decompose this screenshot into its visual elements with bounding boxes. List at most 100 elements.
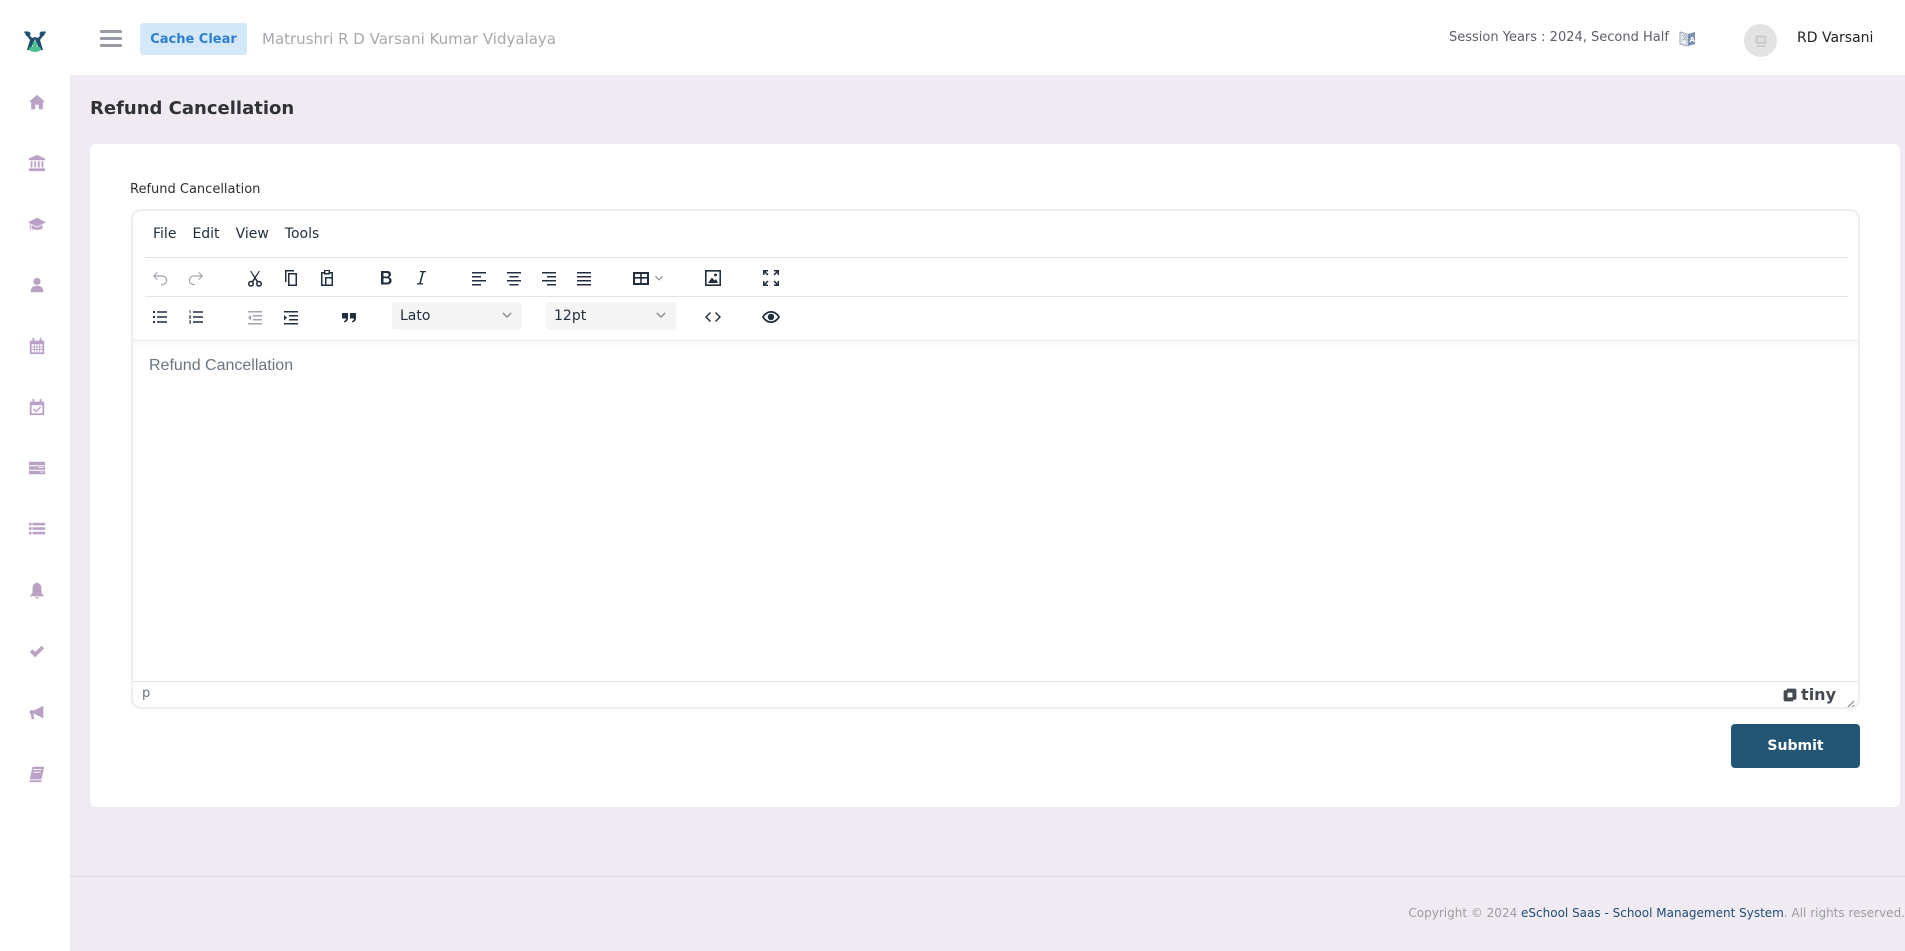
copy-icon (285, 270, 297, 286)
sidebar-item-list[interactable] (26, 519, 48, 539)
align-left-button[interactable] (466, 265, 492, 291)
svg-text:A: A (1690, 36, 1696, 44)
font-family-value: Lato (400, 308, 431, 324)
outdent-icon (248, 311, 262, 325)
align-right-button[interactable] (536, 265, 562, 291)
chevron-down-icon (654, 275, 664, 281)
numbered-list-button[interactable] (183, 304, 209, 330)
source-code-button[interactable] (700, 304, 726, 330)
tiny-logo-icon (1783, 688, 1797, 701)
align-center-icon (507, 272, 521, 286)
fullscreen-button[interactable] (758, 265, 784, 291)
user-icon (30, 277, 44, 293)
graduation-cap-icon (28, 217, 46, 231)
paste-button[interactable] (314, 265, 340, 291)
calendar-check-icon (29, 398, 45, 416)
cut-button[interactable] (242, 265, 268, 291)
justify-button[interactable] (571, 265, 597, 291)
resize-handle-icon[interactable] (1845, 694, 1855, 707)
sidebar-item-home[interactable] (26, 92, 48, 112)
editor-content[interactable]: Refund Cancellation (149, 357, 293, 375)
outdent-button[interactable] (242, 304, 268, 330)
paste-icon (321, 270, 333, 286)
font-size-select[interactable]: 12pt (546, 302, 676, 330)
sidebar-item-announcements[interactable] (26, 703, 48, 723)
sidebar-item-institution[interactable] (26, 153, 48, 173)
copy-button[interactable] (278, 265, 304, 291)
submit-button[interactable]: Submit (1731, 724, 1860, 768)
user-name[interactable]: RD Varsani (1797, 30, 1873, 46)
book-icon (29, 766, 45, 783)
bank-icon (28, 154, 46, 172)
redo-icon (188, 272, 203, 286)
list-icon (28, 522, 46, 535)
language-icon[interactable]: A 文 (1678, 29, 1698, 49)
user-avatar[interactable] (1744, 24, 1777, 57)
tiny-brand-link[interactable]: tiny (1782, 685, 1836, 704)
menu-tools[interactable]: Tools (277, 222, 328, 246)
bold-icon (381, 271, 392, 285)
indent-button[interactable] (278, 304, 304, 330)
image-icon (705, 270, 721, 286)
code-icon (705, 312, 721, 322)
element-path[interactable]: p (142, 686, 150, 701)
quote-icon (342, 313, 356, 323)
chevron-down-icon (656, 312, 666, 319)
indent-icon (284, 311, 298, 325)
toolbar-row-2: Lato 12pt (133, 297, 1858, 335)
sidebar-item-approvals[interactable] (26, 642, 48, 662)
rich-text-editor: File Edit View Tools Lato 12pt Refund Ca… (131, 209, 1860, 709)
editor-menubar: File Edit View Tools (133, 211, 1858, 257)
sidebar-item-library[interactable] (26, 764, 48, 784)
server-icon (28, 461, 46, 475)
top-header: Cache Clear Matrushri R D Varsani Kumar … (70, 0, 1905, 75)
page-title: Refund Cancellation (90, 98, 295, 119)
calendar-icon (29, 337, 45, 355)
font-family-select[interactable]: Lato (392, 302, 522, 330)
menu-toggle-icon[interactable] (100, 30, 122, 49)
bold-button[interactable] (373, 265, 399, 291)
toolbar-shadow (133, 339, 1858, 347)
sidebar-item-academics[interactable] (26, 214, 48, 234)
preview-button[interactable] (758, 304, 784, 330)
session-years: Session Years : 2024, Second Half (1449, 30, 1669, 45)
cache-clear-button[interactable]: Cache Clear (140, 23, 247, 55)
school-logo-icon[interactable] (22, 30, 48, 54)
table-icon (633, 272, 649, 285)
blockquote-button[interactable] (336, 304, 362, 330)
table-button[interactable] (629, 265, 669, 291)
copyright-prefix: Copyright © 2024 (1408, 906, 1522, 920)
footer: Copyright © 2024 eSchool Saas - School M… (1408, 906, 1905, 920)
svg-text:文: 文 (1682, 34, 1688, 42)
footer-divider (70, 876, 1905, 877)
editor-statusbar: p tiny (133, 681, 1858, 707)
align-left-icon (472, 272, 486, 286)
home-icon (28, 94, 46, 110)
bullhorn-icon (29, 705, 44, 720)
footer-link[interactable]: eSchool Saas - School Management System (1521, 906, 1784, 920)
form-card: Refund Cancellation File Edit View Tools (90, 144, 1900, 807)
menu-edit[interactable]: Edit (184, 222, 227, 246)
no-image-icon (1755, 35, 1766, 47)
insert-image-button[interactable] (700, 265, 726, 291)
copyright-suffix: . All rights reserved. (1783, 906, 1905, 920)
check-icon (29, 645, 45, 658)
menu-file[interactable]: File (145, 222, 184, 246)
align-center-button[interactable] (501, 265, 527, 291)
font-size-value: 12pt (554, 308, 587, 324)
sidebar-item-attendance[interactable] (26, 397, 48, 417)
menu-view[interactable]: View (228, 222, 277, 246)
italic-button[interactable] (408, 265, 434, 291)
sidebar-item-notifications[interactable] (26, 581, 48, 601)
sidebar-item-records[interactable] (26, 458, 48, 478)
toolbar-row-1 (133, 258, 1858, 296)
field-label: Refund Cancellation (130, 182, 261, 197)
bullet-list-button[interactable] (147, 304, 173, 330)
bullet-list-icon (153, 311, 167, 323)
bell-icon (29, 582, 45, 599)
align-right-icon (542, 272, 556, 286)
undo-button[interactable] (147, 265, 173, 291)
sidebar-item-timetable[interactable] (26, 336, 48, 356)
sidebar-item-users[interactable] (26, 275, 48, 295)
redo-button[interactable] (183, 265, 209, 291)
